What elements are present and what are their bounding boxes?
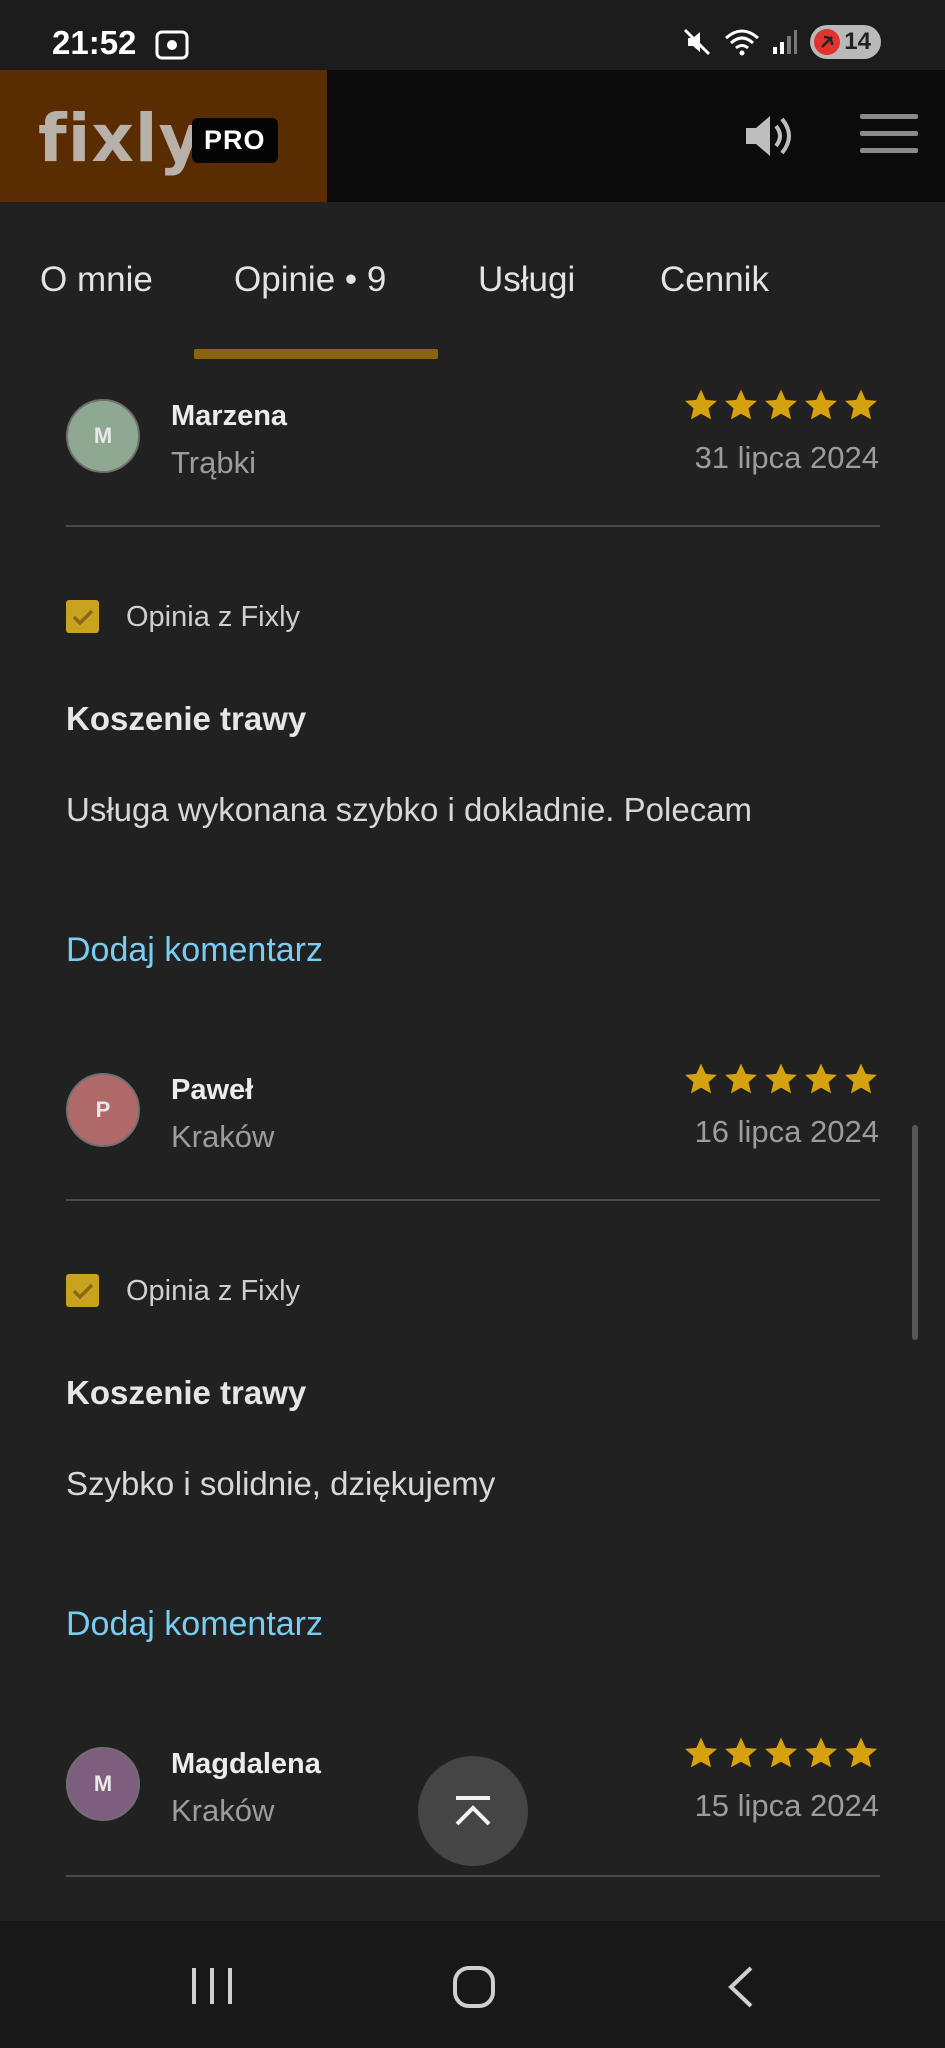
star-icon [685,1737,717,1768]
tab-services[interactable]: Usługi [478,260,575,300]
brand-block[interactable]: fixly PRO [0,70,327,202]
star-rating [683,1062,879,1096]
star-icon [685,1063,717,1094]
reviewer-name: Magdalena [171,1748,321,1780]
screenshot-icon [155,30,189,60]
star-icon [685,389,717,420]
star-icon [845,1737,877,1768]
profile-tabs: O mnie Opinie • 9 Usługi Cennik [0,202,945,360]
battery-level: 14 [844,28,871,55]
app-header: fixly PRO [0,70,945,202]
status-time: 21:52 [52,24,137,61]
star-icon [845,389,877,420]
pro-badge: PRO [192,118,278,163]
reviewer-city: Trąbki [171,445,256,480]
review-date: 31 lipca 2024 [694,440,879,475]
star-icon [765,1737,797,1768]
battery-saver-icon [814,29,841,55]
home-icon[interactable] [452,1965,496,2009]
reviewer-city: Kraków [171,1119,275,1154]
scroll-to-top-button[interactable] [418,1756,528,1866]
signal-icon [773,30,798,54]
verified-label: Opinia z Fixly [126,601,301,633]
review-date: 16 lipca 2024 [694,1114,879,1149]
avatar: P [66,1073,140,1147]
star-icon [725,1737,757,1768]
recent-apps-icon[interactable] [190,1965,234,2007]
add-comment-link[interactable]: Dodaj komentarz [66,931,323,970]
fixly-logo: fixly [38,100,203,177]
back-icon[interactable] [725,1965,757,2009]
divider [66,1199,880,1201]
scrollbar-thumb[interactable] [912,1125,918,1340]
star-icon [805,1737,837,1768]
tab-pricing[interactable]: Cennik [660,260,769,300]
service-title: Koszenie trawy [66,700,307,737]
star-icon [725,1063,757,1094]
star-rating [683,388,879,422]
tab-about[interactable]: O mnie [40,260,153,300]
star-icon [765,1063,797,1094]
wifi-icon [725,29,760,56]
battery-indicator: 14 [810,25,881,59]
tab-reviews[interactable]: Opinie • 9 [234,260,386,300]
star-icon [805,1063,837,1094]
divider [66,1875,880,1877]
review-text: Szybko i solidnie, dziękujemy [66,1465,496,1502]
system-nav-bar [0,1921,945,2048]
review-date: 15 lipca 2024 [694,1788,879,1823]
mute-icon [684,28,711,56]
star-icon [845,1063,877,1094]
review-text: Usługa wykonana szybko i dokladnie. Pole… [66,791,753,828]
verified-label: Opinia z Fixly [126,1275,301,1307]
hamburger-menu-icon[interactable] [860,114,918,165]
star-rating [683,1736,879,1770]
speaker-icon[interactable] [742,110,798,162]
avatar: M [66,399,140,473]
star-icon [805,389,837,420]
avatar: M [66,1747,140,1821]
verified-check-icon [66,600,99,633]
star-icon [765,389,797,420]
reviewer-city: Kraków [171,1793,275,1828]
status-bar: 21:52 14 [0,0,945,70]
arrow-up-icon [455,1796,491,1826]
divider [66,525,880,527]
verified-check-icon [66,1274,99,1307]
service-title: Koszenie trawy [66,1374,307,1411]
add-comment-link[interactable]: Dodaj komentarz [66,1605,323,1644]
reviewer-name: Paweł [171,1074,254,1106]
reviewer-name: Marzena [171,400,288,432]
star-icon [725,389,757,420]
active-tab-indicator [194,349,438,359]
